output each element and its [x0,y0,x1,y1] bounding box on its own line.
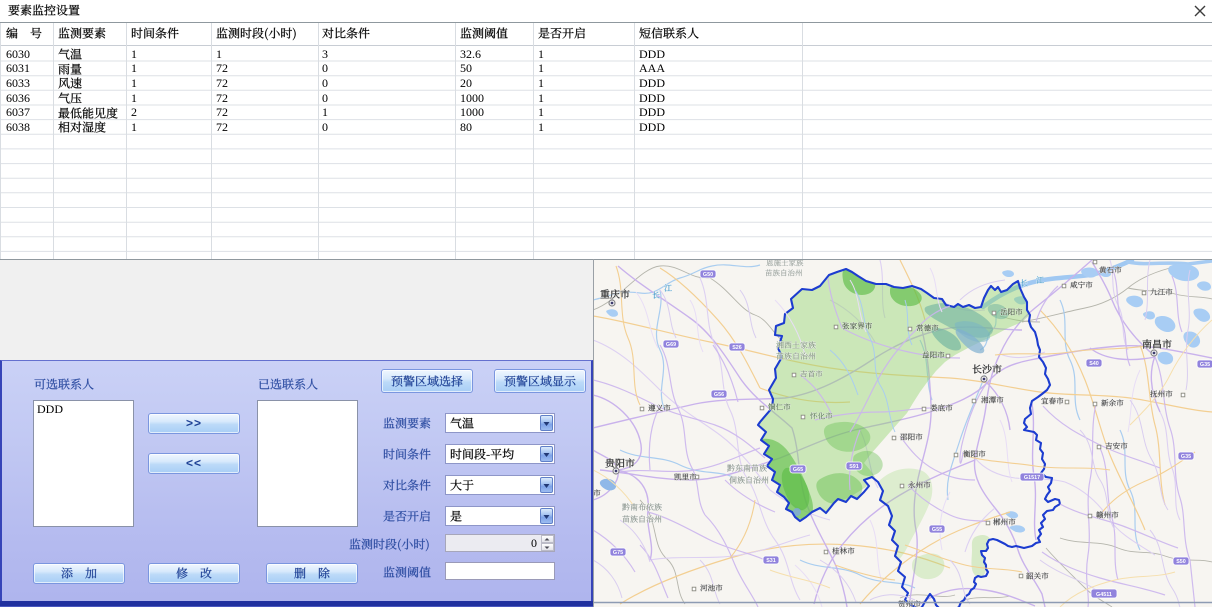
svg-text:G55: G55 [932,527,942,533]
svg-text:G69: G69 [666,342,676,348]
svg-text:S31: S31 [766,558,776,564]
svg-text:S91: S91 [849,464,859,470]
svg-text:G65: G65 [793,467,803,473]
svg-text:G50: G50 [703,272,713,278]
svg-text:S40: S40 [1089,361,1099,367]
svg-text:G35: G35 [1181,454,1191,460]
svg-text:G4511: G4511 [1096,592,1112,598]
svg-text:S26: S26 [732,345,742,351]
svg-text:G35: G35 [1200,362,1210,368]
svg-text:S50: S50 [1176,559,1186,565]
svg-text:G75: G75 [613,550,623,556]
svg-text:G56: G56 [714,392,724,398]
svg-text:G1517: G1517 [1024,475,1040,481]
